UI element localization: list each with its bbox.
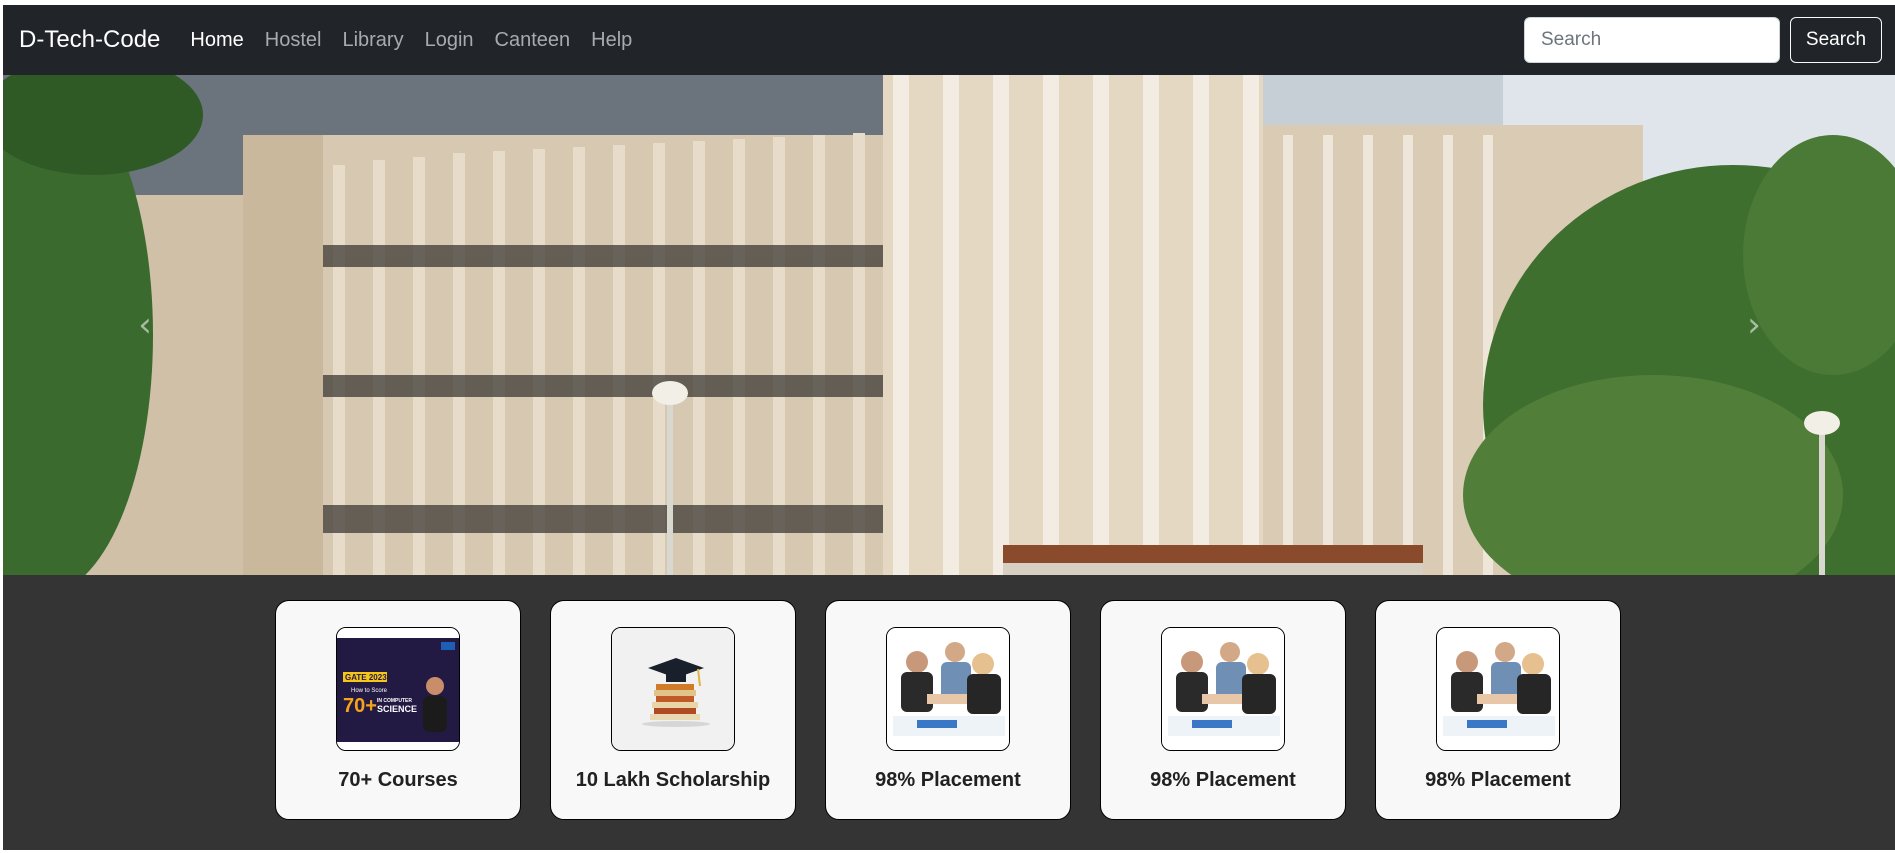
card-placement-1[interactable]: 98% Placement (825, 600, 1071, 820)
thumb-text-science: SCIENCE (377, 704, 417, 714)
feature-cards: GATE 2023 How to Score 70+ IN COMPUTER S… (3, 600, 1895, 825)
card-scholarship[interactable]: 10 Lakh Scholarship (550, 600, 796, 820)
nav-link-library[interactable]: Library (342, 5, 403, 75)
navbar: D-Tech-Code Home Hostel Library Login Ca… (3, 5, 1895, 75)
nav-link-help[interactable]: Help (591, 5, 632, 75)
card-placement-2[interactable]: 98% Placement (1100, 600, 1346, 820)
nav-link-canteen[interactable]: Canteen (495, 5, 571, 75)
chevron-left-icon[interactable]: ‹ (125, 305, 165, 345)
search-button[interactable]: Search (1790, 17, 1882, 63)
search-input[interactable] (1524, 17, 1780, 63)
card-placement-3[interactable]: 98% Placement (1375, 600, 1621, 820)
brand-logo-link[interactable]: D-Tech-Code (19, 26, 160, 54)
nav-links: Home Hostel Library Login Canteen Help (190, 5, 653, 75)
card-courses[interactable]: GATE 2023 How to Score 70+ IN COMPUTER S… (275, 600, 521, 820)
gate-course-thumbnail: GATE 2023 How to Score 70+ IN COMPUTER S… (336, 627, 460, 751)
card-title: 98% Placement (875, 769, 1021, 791)
nav-link-hostel[interactable]: Hostel (265, 5, 322, 75)
nav-link-login[interactable]: Login (425, 5, 474, 75)
business-handshake-image (1161, 627, 1285, 751)
thumb-text-howto: How to Score (351, 688, 388, 694)
nav-link-home[interactable]: Home (190, 5, 243, 75)
card-title: 70+ Courses (338, 769, 458, 791)
card-title: 98% Placement (1150, 769, 1296, 791)
search-form: Search (1524, 17, 1882, 63)
page-frame: D-Tech-Code Home Hostel Library Login Ca… (3, 5, 1895, 850)
card-title: 98% Placement (1425, 769, 1571, 791)
graduation-cap-books-image (611, 627, 735, 751)
thumb-text-70plus: 70+ (343, 695, 377, 717)
business-handshake-image (1436, 627, 1560, 751)
chevron-right-icon[interactable]: › (1734, 305, 1774, 345)
business-handshake-image (886, 627, 1010, 751)
card-title: 10 Lakh Scholarship (575, 769, 771, 791)
hero-carousel: ‹ › (3, 75, 1895, 575)
campus-building-photo (3, 75, 1895, 575)
thumb-text-gate: GATE 2023 (345, 673, 387, 682)
